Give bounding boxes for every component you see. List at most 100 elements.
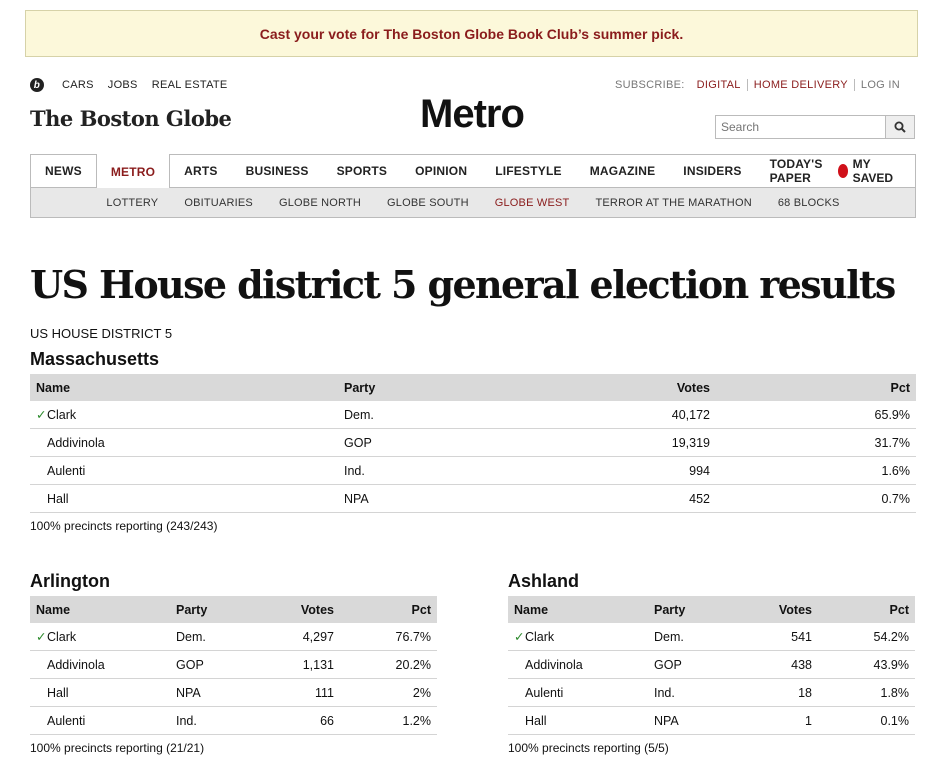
log-in-link[interactable]: LOG IN xyxy=(853,79,906,91)
utility-nav: b CARS JOBS REAL ESTATE xyxy=(30,78,242,92)
candidate-pct: 1.8% xyxy=(818,678,915,707)
candidate-votes: 1,131 xyxy=(265,650,340,679)
nav-sports[interactable]: SPORTS xyxy=(323,154,402,188)
main-nav: NEWS METRO ARTS BUSINESS SPORTS OPINION … xyxy=(30,154,916,189)
table-row: ✓Clark Dem. 4,297 76.7% xyxy=(30,623,437,651)
candidate-votes: 111 xyxy=(265,678,340,707)
candidate-votes: 1 xyxy=(743,706,818,735)
promo-banner[interactable]: Cast your vote for The Boston Globe Book… xyxy=(25,10,918,57)
subnav-obituaries[interactable]: OBITUARIES xyxy=(171,197,266,209)
candidate-party: NPA xyxy=(648,706,743,735)
candidate-name: Addivinola xyxy=(525,657,583,672)
candidate-pct: 43.9% xyxy=(818,650,915,679)
table-header-row: Name Party Votes Pct xyxy=(30,596,437,623)
col-header-votes: Votes xyxy=(265,596,340,623)
nav-todays-paper[interactable]: TODAY'S PAPER xyxy=(756,154,838,188)
subnav-lottery[interactable]: LOTTERY xyxy=(93,197,171,209)
candidate-pct: 65.9% xyxy=(716,401,916,429)
utility-link-real-estate[interactable]: REAL ESTATE xyxy=(152,79,228,91)
col-header-pct: Pct xyxy=(340,596,437,623)
candidate-pct: 54.2% xyxy=(818,623,915,651)
candidate-votes: 994 xyxy=(588,456,716,485)
candidate-name: Hall xyxy=(525,713,547,728)
winner-check-icon: ✓ xyxy=(36,630,47,644)
nav-arts[interactable]: ARTS xyxy=(170,154,231,188)
subscribe-digital-link[interactable]: DIGITAL xyxy=(697,79,747,91)
candidate-party: Ind. xyxy=(338,456,588,485)
col-header-pct: Pct xyxy=(716,374,916,401)
candidate-pct: 0.7% xyxy=(716,484,916,513)
nav-opinion[interactable]: OPINION xyxy=(401,154,481,188)
table-row: Hall NPA 111 2% xyxy=(30,678,437,707)
col-header-votes: Votes xyxy=(588,374,716,401)
col-header-party: Party xyxy=(170,596,265,623)
candidate-name: Hall xyxy=(47,685,69,700)
col-header-name: Name xyxy=(30,596,170,623)
col-header-votes: Votes xyxy=(743,596,818,623)
candidate-votes: 66 xyxy=(265,706,340,735)
nav-business[interactable]: BUSINESS xyxy=(232,154,323,188)
saved-badge-icon xyxy=(837,164,848,178)
subscribe-bar: SUBSCRIBE: DIGITAL HOME DELIVERY LOG IN xyxy=(615,79,906,91)
search-icon xyxy=(894,121,906,133)
subnav-68-blocks[interactable]: 68 BLOCKS xyxy=(765,197,853,209)
my-saved-button[interactable]: MY SAVED xyxy=(837,157,897,185)
candidate-name: Aulenti xyxy=(525,685,564,700)
candidate-name: Clark xyxy=(47,630,77,644)
nav-lifestyle[interactable]: LIFESTYLE xyxy=(481,154,575,188)
nav-insiders[interactable]: INSIDERS xyxy=(669,154,755,188)
subnav-globe-west[interactable]: GLOBE WEST xyxy=(482,197,583,209)
subscribe-home-delivery-link[interactable]: HOME DELIVERY xyxy=(746,79,854,91)
candidate-name: Aulenti xyxy=(47,713,86,728)
col-header-name: Name xyxy=(508,596,648,623)
candidate-votes: 452 xyxy=(588,484,716,513)
table-row: ✓Clark Dem. 40,172 65.9% xyxy=(30,401,916,429)
candidate-party: GOP xyxy=(170,650,265,679)
nav-metro[interactable]: METRO xyxy=(95,154,171,189)
search-input[interactable] xyxy=(716,116,885,138)
candidate-name: Addivinola xyxy=(47,657,105,672)
results-table-ashland: Name Party Votes Pct ✓Clark Dem. 541 54.… xyxy=(508,596,915,735)
my-saved-label: MY SAVED xyxy=(852,157,894,185)
nav-news[interactable]: NEWS xyxy=(31,154,96,188)
candidate-pct: 1.6% xyxy=(716,456,916,485)
candidate-party: Dem. xyxy=(338,401,588,429)
search-button[interactable] xyxy=(885,116,914,138)
candidate-pct: 1.2% xyxy=(340,706,437,735)
candidate-party: Dem. xyxy=(648,623,743,651)
results-title-massachusetts: Massachusetts xyxy=(30,349,160,369)
table-header-row: Name Party Votes Pct xyxy=(508,596,915,623)
candidate-name: Aulenti xyxy=(47,463,86,478)
candidate-party: Ind. xyxy=(648,678,743,707)
candidate-name: Clark xyxy=(525,630,555,644)
nav-magazine[interactable]: MAGAZINE xyxy=(576,154,670,188)
utility-link-jobs[interactable]: JOBS xyxy=(108,79,138,91)
candidate-party: GOP xyxy=(648,650,743,679)
results-title-arlington: Arlington xyxy=(30,571,110,591)
candidate-party: NPA xyxy=(170,678,265,707)
table-row: Aulenti Ind. 66 1.2% xyxy=(30,706,437,735)
col-header-party: Party xyxy=(338,374,588,401)
candidate-party: NPA xyxy=(338,484,588,513)
winner-check-icon: ✓ xyxy=(36,408,47,422)
candidate-pct: 2% xyxy=(340,678,437,707)
race-caption: US HOUSE DISTRICT 5 xyxy=(30,326,173,341)
col-header-pct: Pct xyxy=(818,596,915,623)
table-row: Addivinola GOP 19,319 31.7% xyxy=(30,428,916,457)
table-header-row: Name Party Votes Pct xyxy=(30,374,916,401)
precincts-reporting-massachusetts: 100% precincts reporting (243/243) xyxy=(30,519,218,533)
subnav-terror-at-the-marathon[interactable]: TERROR AT THE MARATHON xyxy=(582,197,764,209)
candidate-pct: 20.2% xyxy=(340,650,437,679)
promo-text[interactable]: Cast your vote for The Boston Globe Book… xyxy=(260,26,683,42)
results-table-massachusetts: Name Party Votes Pct ✓Clark Dem. 40,172 … xyxy=(30,374,916,513)
precincts-reporting-ashland: 100% precincts reporting (5/5) xyxy=(508,741,669,755)
subnav-globe-south[interactable]: GLOBE SOUTH xyxy=(374,197,482,209)
table-row: ✓Clark Dem. 541 54.2% xyxy=(508,623,915,651)
candidate-pct: 0.1% xyxy=(818,706,915,735)
col-header-party: Party xyxy=(648,596,743,623)
results-title-ashland: Ashland xyxy=(508,571,580,591)
subnav-globe-north[interactable]: GLOBE NORTH xyxy=(266,197,374,209)
bostoncom-b-icon[interactable]: b xyxy=(30,78,44,92)
utility-link-cars[interactable]: CARS xyxy=(62,79,94,91)
table-row: Hall NPA 452 0.7% xyxy=(30,484,916,513)
